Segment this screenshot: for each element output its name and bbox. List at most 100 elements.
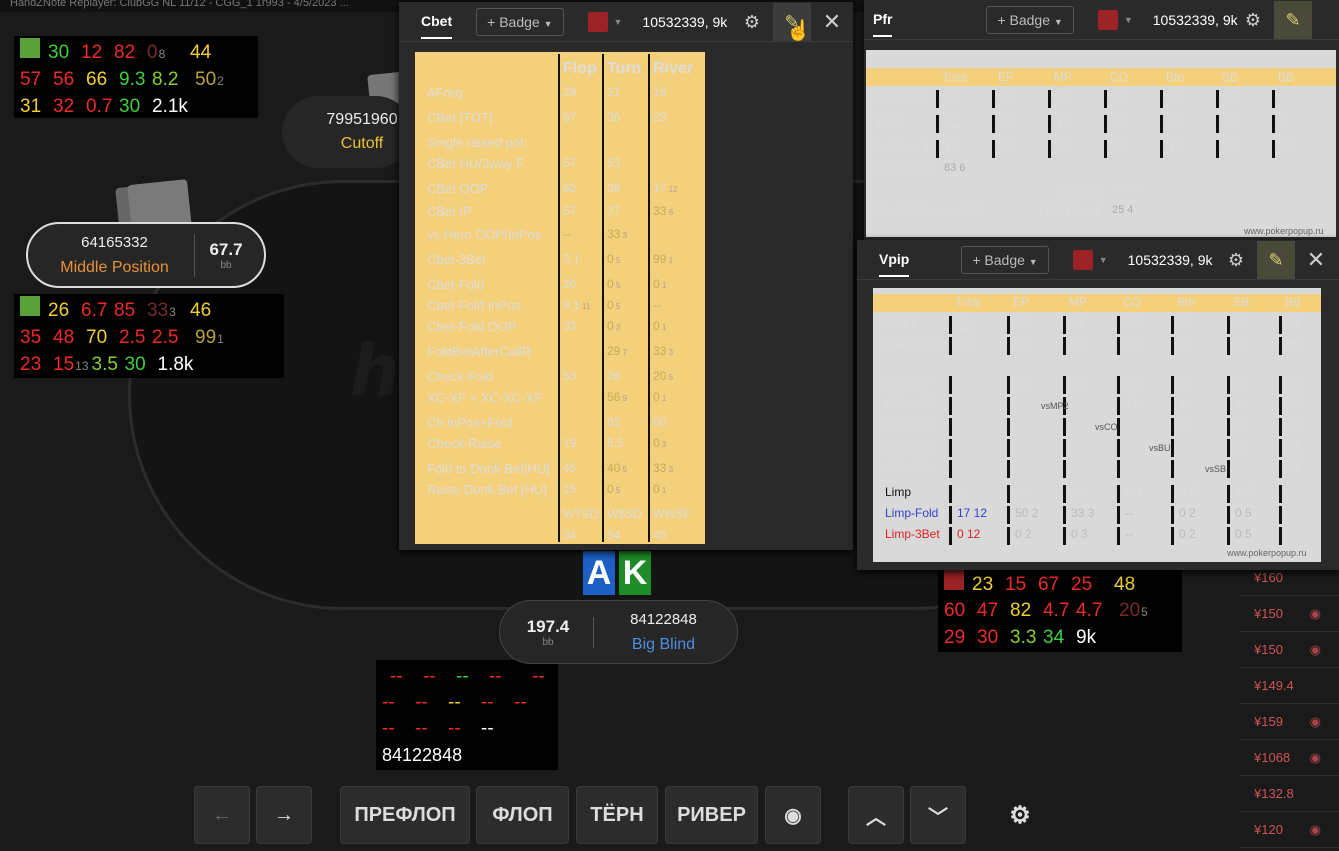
hud-stat[interactable]: -- [390, 664, 420, 690]
hud-stat[interactable]: 333 [147, 298, 187, 325]
hud-stat[interactable]: 502 [195, 67, 225, 94]
preflop-button[interactable]: ПРЕФЛОП [340, 786, 470, 844]
chevron-down-icon[interactable]: ▼ [1124, 15, 1133, 25]
hud-stat[interactable]: 44 [190, 40, 220, 66]
hud-stat[interactable]: -- [448, 690, 478, 716]
hud-stat[interactable]: 2.5 [152, 325, 192, 351]
pin-icon[interactable]: ✎ [1274, 1, 1312, 39]
hud-stat[interactable]: 1.8k [158, 352, 198, 378]
hud-right-player[interactable]: 23 15 67 25 48 60 47 82 4.7 4.7 205 29 30 3.3 34 9k [938, 568, 1182, 652]
side-amount-row[interactable]: ¥132.8 [1240, 776, 1339, 812]
flop-button[interactable]: ФЛОП [476, 786, 569, 844]
hud-stat[interactable]: 9.3 [119, 67, 149, 93]
hud-stat[interactable]: 57 [20, 67, 50, 93]
hud-stat[interactable]: 32 [53, 94, 83, 120]
hud-stat[interactable]: -- [423, 664, 453, 690]
side-amount-row[interactable]: ¥120 ◉ [1240, 812, 1339, 848]
pfr-popup[interactable]: Pfr + Badge ▼ ▼ 10532339, 9k ⚙ ✎ Total EP… [864, 0, 1339, 240]
hud-stat[interactable]: 70 [86, 325, 116, 351]
hud-stat[interactable]: 0.7 [86, 94, 116, 120]
hud-stat[interactable]: 3.3 [1010, 625, 1040, 651]
prev-button[interactable]: ← [194, 786, 250, 844]
pin-icon[interactable]: ✎ [1257, 241, 1295, 279]
hud-stat[interactable]: 56 [53, 67, 83, 93]
hud-stat[interactable]: -- [456, 664, 486, 690]
hud-stat[interactable]: 4.7 [1043, 598, 1073, 624]
hud-stat[interactable]: -- [382, 716, 412, 742]
hud-stat[interactable]: 2.1k [152, 94, 192, 120]
side-amount-row[interactable]: ¥150 ◉ [1240, 596, 1339, 632]
add-badge-button[interactable]: + Badge ▼ [986, 5, 1074, 34]
hud-stat[interactable]: -- [514, 690, 554, 716]
hud-stat[interactable]: 6.7 [81, 298, 111, 324]
hud-color-square[interactable] [20, 296, 40, 316]
popup-tab-cbet[interactable]: Cbet [421, 4, 453, 39]
hud-stat[interactable]: 48 [53, 325, 83, 351]
hud-stat[interactable]: -- [481, 716, 511, 742]
hud-top-left[interactable]: 30 12 82 08 44 57 56 66 9.3 8.2 502 31 32 0.7 30 2.1k [14, 36, 258, 118]
hud-stat[interactable]: 46 [190, 298, 220, 324]
eye-icon[interactable]: ◉ [1310, 642, 1321, 658]
eye-icon[interactable]: ◉ [1310, 606, 1321, 622]
hud-stat[interactable]: 85 [114, 298, 144, 324]
hud-stat[interactable]: 12 [81, 40, 111, 66]
hud-stat[interactable]: -- [448, 716, 478, 742]
hud-stat[interactable]: -- [489, 664, 529, 690]
turn-button[interactable]: ТЁРН [576, 786, 658, 844]
hud-stat[interactable]: 08 [147, 40, 187, 67]
hud-stat[interactable]: 66 [86, 67, 116, 93]
hud-stat[interactable]: 8.2 [152, 67, 192, 93]
color-swatch[interactable] [1072, 249, 1093, 270]
next-button[interactable]: → [256, 786, 312, 844]
hud-stat[interactable]: 23 [20, 352, 50, 378]
hud-stat[interactable]: 9k [1076, 625, 1116, 651]
hud-stat[interactable]: 4.7 [1076, 598, 1116, 624]
add-badge-button[interactable]: + Badge ▼ [961, 245, 1049, 274]
hud-stat[interactable]: 2.5 [119, 325, 149, 351]
side-amount-row[interactable]: ¥149.4 [1240, 668, 1339, 704]
hud-stat[interactable]: -- [415, 690, 445, 716]
player-plate-cutoff[interactable]: 79951960 Cutoff [282, 96, 412, 168]
eye-icon[interactable]: ◉ [1310, 822, 1321, 838]
hud-stat[interactable]: 991 [195, 325, 225, 352]
chevron-down-icon[interactable]: ﹀ [910, 786, 966, 844]
side-amount-row[interactable]: ¥159 ◉ [1240, 704, 1339, 740]
color-swatch[interactable] [1097, 9, 1118, 30]
hud-hero[interactable]: -- -- -- -- -- -- -- -- -- -- -- -- -- -- 84122848 [376, 660, 558, 770]
eye-icon[interactable]: ◉ [765, 786, 821, 844]
chevron-up-icon[interactable]: ︿ [848, 786, 904, 844]
hud-stat[interactable]: -- [382, 690, 412, 716]
chevron-down-icon[interactable]: ▼ [1099, 255, 1108, 265]
side-amount-row[interactable]: ¥1068 ◉ [1240, 740, 1339, 776]
hud-stat[interactable]: 67 [1038, 572, 1068, 598]
hud-stat[interactable]: 82 [1010, 598, 1040, 624]
hud-stat[interactable]: 3.5 [92, 352, 122, 378]
hud-stat[interactable]: 34 [1043, 625, 1073, 651]
hud-stat[interactable]: 29 [944, 625, 974, 651]
hud-stat[interactable]: 35 [20, 325, 50, 351]
hud-stat[interactable]: 48 [1114, 572, 1144, 598]
hud-stat[interactable]: 30 [125, 352, 155, 378]
hud-stat[interactable]: 30 [48, 40, 78, 66]
player-plate-middle-position[interactable]: 64165332 Middle Position 67.7 bb [26, 222, 266, 288]
color-swatch[interactable] [587, 11, 608, 32]
hud-stat[interactable]: 31 [20, 94, 50, 120]
hud-stat[interactable]: -- [415, 716, 445, 742]
popup-tab-pfr[interactable]: Pfr [873, 2, 893, 37]
hud-stat[interactable]: 23 [972, 572, 1002, 598]
eye-icon[interactable]: ◉ [1310, 750, 1321, 766]
gear-icon[interactable]: ⚙ [1234, 1, 1272, 39]
cbet-popup[interactable]: Cbet + Badge ▼ ▼ 10532339, 9k ⚙ ✎ ✕ Flop… [399, 2, 853, 550]
hud-stat[interactable]: 82 [114, 40, 144, 66]
close-icon[interactable]: ✕ [813, 3, 851, 41]
side-amount-row[interactable]: ¥150 ◉ [1240, 632, 1339, 668]
hud-stat[interactable]: 47 [977, 598, 1007, 624]
gear-icon[interactable]: ⚙ [1217, 241, 1255, 279]
hud-color-square[interactable] [20, 38, 40, 58]
hud-stat[interactable]: 60 [944, 598, 974, 624]
hud-stat[interactable]: 26 [48, 298, 78, 324]
hud-stat[interactable]: -- [481, 690, 511, 716]
popup-tab-vpip[interactable]: Vpip [879, 242, 910, 277]
hud-stat[interactable]: 30 [977, 625, 1007, 651]
hud-stat[interactable]: 25 [1071, 572, 1111, 598]
